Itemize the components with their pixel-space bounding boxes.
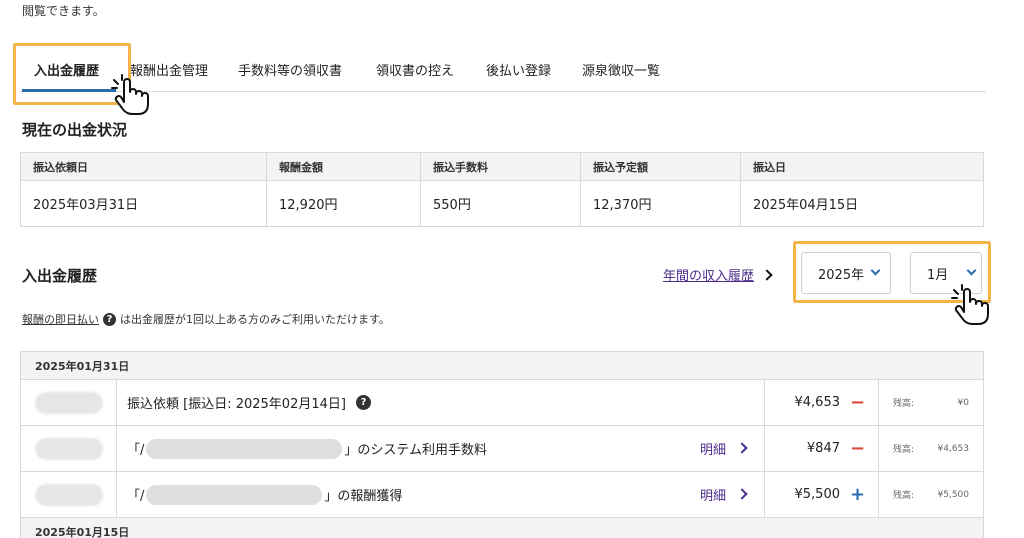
detail-label: 明細 (699, 489, 726, 504)
history-entry: 「/ 」のシステム利用手数料 明細 ¥847 − 残高: ¥4,653 (21, 426, 983, 472)
entry-amount: ¥847 − (765, 426, 879, 471)
tab-withholding-list[interactable]: 源泉徴収一覧 (582, 60, 660, 79)
detail-link[interactable]: 明細 (699, 439, 748, 458)
chevron-right-icon (736, 487, 748, 500)
balance-value: ¥0 (957, 397, 969, 408)
chevron-right-icon (761, 269, 773, 281)
tab-deferred-payment[interactable]: 後払い登録 (486, 60, 551, 79)
entry-balance: 残高: ¥0 (879, 380, 983, 425)
entry-description: 「/ 」の報酬獲得 明細 (117, 472, 765, 517)
annual-income-history-label: 年間の収入履歴 (663, 269, 755, 284)
status-section-title: 現在の出金状況 (22, 121, 128, 139)
intro-text: 閲覧できます。 (22, 4, 105, 18)
balance-label: 残高: (893, 445, 915, 455)
entry-amount-value: ¥847 (806, 441, 840, 456)
blurred-name (146, 484, 323, 505)
detail-label: 明細 (699, 443, 726, 458)
history-date-row: 2025年01月31日 (21, 352, 983, 380)
history-entry: 振込依頼 [振込日: 2025年02月14日] ? ¥4,653 − 残高: ¥… (21, 380, 983, 426)
instant-payment-note-text: は出金履歴が1回以上ある方のみご利用いただけます。 (120, 313, 390, 326)
entry-amount: ¥5,500 + (765, 472, 879, 517)
entry-icon-cell (21, 380, 117, 425)
entry-description: 振込依頼 [振込日: 2025年02月14日] ? (117, 380, 765, 425)
status-scheduled-amount: 12,370円 (580, 180, 741, 227)
entry-icon-cell (21, 426, 117, 471)
entry-amount-value: ¥5,500 (794, 487, 841, 502)
balance-value: ¥4,653 (937, 443, 970, 454)
status-header-scheduled-amount: 振込予定額 (580, 152, 741, 181)
balance-label: 残高: (893, 399, 915, 409)
tab-receipt-copies[interactable]: 領収書の控え (376, 60, 454, 79)
entry-description-text: 振込依頼 [振込日: 2025年02月14日] (127, 397, 346, 412)
status-reward-amount: 12,920円 (266, 180, 421, 227)
balance-label: 残高: (893, 491, 915, 501)
help-icon[interactable]: ? (355, 395, 371, 410)
entry-amount-value: ¥4,653 (794, 395, 841, 410)
history-entry: 「/ 」の報酬獲得 明細 ¥5,500 + 残高: ¥5,500 (21, 472, 983, 518)
entry-description-prefix: 「/ (127, 443, 145, 458)
history-section-title: 入出金履歴 (22, 267, 98, 285)
status-header-transfer-fee: 振込手数料 (420, 152, 581, 181)
entry-icon-cell (21, 472, 117, 517)
status-request-date: 2025年03月31日 (20, 180, 267, 227)
hand-pointer-icon (111, 74, 149, 115)
history-date-row: 2025年01月15日 (21, 518, 983, 538)
status-header-reward-amount: 報酬金額 (266, 152, 421, 181)
entry-balance: 残高: ¥4,653 (879, 426, 983, 471)
blurred-icon (34, 483, 103, 506)
tab-bar: 入出金履歴 報酬出金管理 手数料等の領収書 領収書の控え 後払い登録 源泉徴収一… (20, 50, 986, 92)
status-table: 振込依頼日 報酬金額 振込手数料 振込予定額 振込日 2025年03月31日 1… (20, 152, 984, 227)
plus-icon: + (850, 484, 866, 505)
history-list: 2025年01月31日 振込依頼 [振込日: 2025年02月14日] ? ¥4… (20, 351, 984, 538)
status-transfer-date: 2025年04月15日 (740, 180, 984, 227)
annual-income-history-link[interactable]: 年間の収入履歴 (663, 265, 773, 284)
instant-payment-note: 報酬の即日払い ? は出金履歴が1回以上ある方のみご利用いただけます。 (22, 311, 390, 327)
entry-description-suffix: 」の報酬獲得 (324, 489, 403, 504)
status-header-transfer-date: 振込日 (740, 152, 984, 181)
detail-link[interactable]: 明細 (699, 485, 748, 504)
minus-icon: − (850, 438, 866, 459)
status-transfer-fee: 550円 (420, 180, 581, 227)
blurred-icon (34, 437, 103, 460)
hand-pointer-icon (951, 284, 989, 325)
chevron-right-icon (736, 441, 748, 454)
blurred-name (146, 438, 343, 459)
entry-description: 「/ 」のシステム利用手数料 明細 (117, 426, 765, 471)
minus-icon: − (850, 392, 866, 413)
blurred-icon (34, 391, 103, 414)
entry-description-prefix: 「/ (127, 489, 145, 504)
entry-amount: ¥4,653 − (765, 380, 879, 425)
entry-balance: 残高: ¥5,500 (879, 472, 983, 517)
status-header-request-date: 振込依頼日 (20, 152, 267, 181)
entry-description-suffix: 」のシステム利用手数料 (344, 443, 488, 458)
tab-fee-receipts[interactable]: 手数料等の領収書 (238, 60, 342, 79)
balance-value: ¥5,500 (937, 489, 970, 500)
help-icon[interactable]: ? (103, 312, 116, 326)
instant-payment-link[interactable]: 報酬の即日払い (22, 311, 99, 327)
